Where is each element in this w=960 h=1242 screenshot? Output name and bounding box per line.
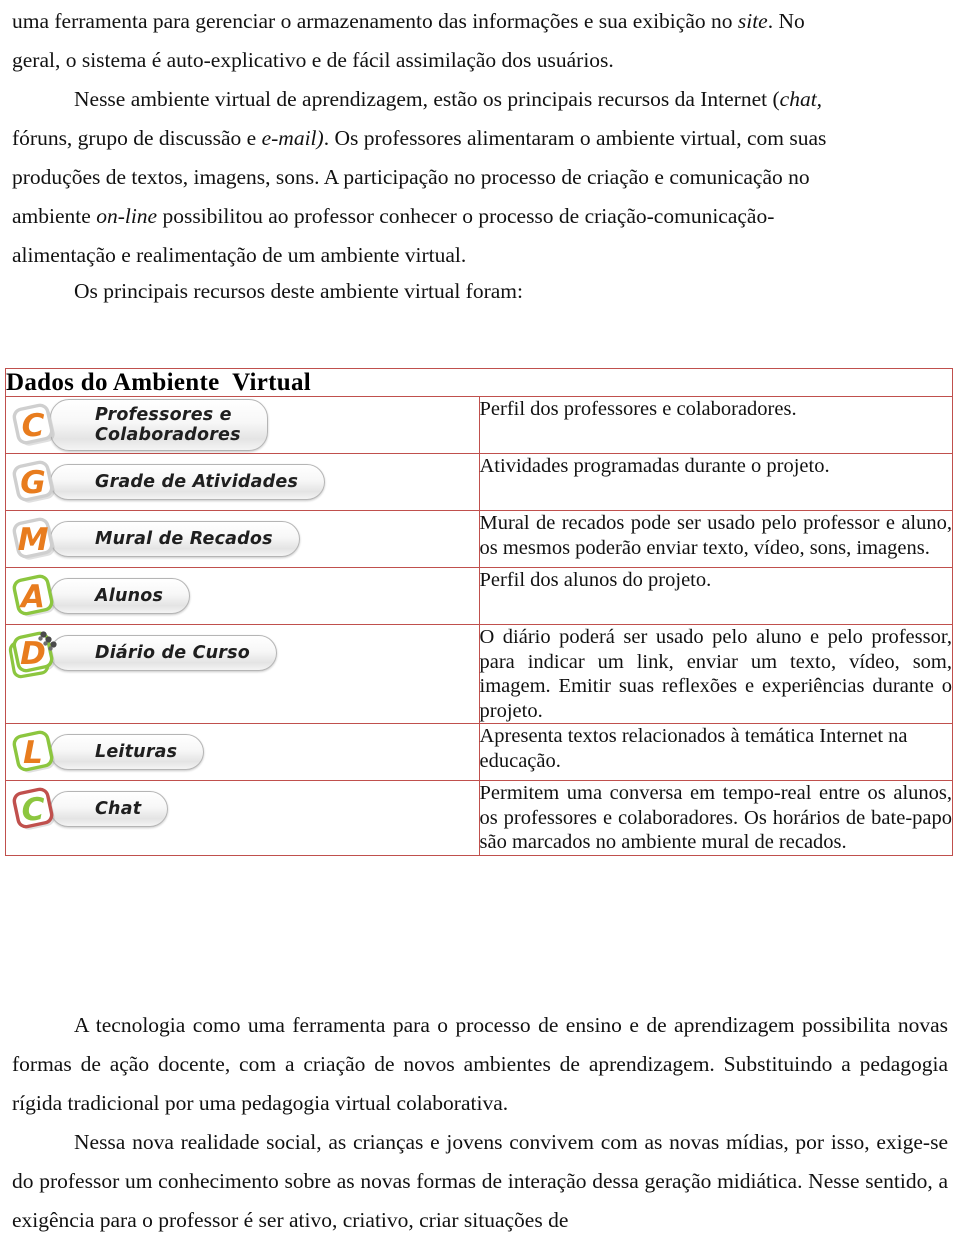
- resource-badge[interactable]: C Chat: [6, 781, 479, 837]
- p1-tail: . No: [767, 9, 805, 33]
- alunos-icon: A: [6, 568, 62, 624]
- document-page: uma ferramenta para gerenciar o armazena…: [0, 0, 960, 1242]
- p2-lead: Nesse ambiente virtual de aprendizagem, …: [74, 87, 780, 111]
- paragraph-2-line1: Nesse ambiente virtual de aprendizagem, …: [12, 80, 948, 119]
- paragraph-2-line3: produções de textos, imagens, sons. A pa…: [12, 158, 948, 197]
- paragraph-2-line4: ambiente on-line possibilitou ao profess…: [12, 197, 948, 236]
- svg-text:D: D: [20, 636, 46, 672]
- table-row: A Alunos Perfil dos alunos do projeto.: [5, 567, 953, 625]
- p2-line4-b: possibilitou ao professor conhecer o pro…: [157, 204, 775, 228]
- paragraph-1: uma ferramenta para gerenciar o armazena…: [12, 2, 948, 41]
- p2-line2-b: . Os professores alimentaram o ambiente …: [323, 126, 827, 150]
- table-heading-row: Dados do Ambiente Virtual: [5, 368, 953, 397]
- resource-badge[interactable]: D Diário de Curso: [6, 625, 479, 681]
- icon-cell: A Alunos: [5, 567, 480, 625]
- table-heading-cell: Dados do Ambiente Virtual: [5, 368, 953, 397]
- p2-line5: alimentação e realimentação de um ambien…: [12, 243, 467, 267]
- leituras-icon: L: [6, 724, 62, 780]
- resource-badge[interactable]: A Alunos: [6, 568, 479, 624]
- icon-cell: C Chat: [5, 780, 480, 856]
- badge-label: Chat: [95, 799, 142, 819]
- p2-italic-online: on-line: [96, 204, 158, 228]
- icon-cell: D Diário de Curso: [5, 624, 480, 724]
- professores-colaboradores-icon: C: [6, 397, 62, 453]
- badge-pill: Alunos: [50, 578, 191, 614]
- badge-label: Leituras: [95, 742, 178, 762]
- description-cell: Mural de recados pode ser usado pelo pro…: [478, 510, 953, 568]
- paragraph-2-line5: alimentação e realimentação de um ambien…: [12, 236, 948, 275]
- resource-badge[interactable]: L Leituras: [6, 724, 479, 780]
- table-heading-text: Dados do Ambiente Virtual: [6, 369, 312, 396]
- table-row: G Grade de Atividades Atividades programad…: [5, 453, 953, 511]
- p2-line3: produções de textos, imagens, sons. A pa…: [12, 165, 810, 189]
- env-table-wrapper: Dados do Ambiente Virtual C Professores e…: [5, 368, 953, 856]
- icon-cell: M Mural de Recados: [5, 510, 480, 568]
- chat-icon: C: [6, 781, 62, 837]
- description-text: Perfil dos alunos do projeto.: [479, 569, 712, 591]
- svg-text:C: C: [22, 408, 45, 444]
- p1-line2: geral, o sistema é auto-explicativo e de…: [12, 48, 614, 72]
- paragraph-bottom-1: A tecnologia como uma ferramenta para o …: [12, 1013, 948, 1115]
- paragraph-2-line2: fóruns, grupo de discussão e e-mail). Os…: [12, 119, 948, 158]
- badge-pill: Grade de Atividades: [50, 464, 326, 500]
- badge-pill: Mural de Recados: [50, 521, 300, 557]
- paragraph-3: Os principais recursos deste ambiente vi…: [74, 279, 523, 303]
- description-cell: O diário poderá ser usado pelo aluno e p…: [478, 624, 953, 724]
- description-cell: Permitem uma conversa em tempo-real entr…: [478, 780, 953, 856]
- badge-pill: Leituras: [50, 734, 205, 770]
- table-row: L Leituras Apresenta textos relacionados à…: [5, 723, 953, 781]
- description-cell: Atividades programadas durante o projeto…: [478, 453, 953, 511]
- badge-label: Mural de Recados: [95, 529, 273, 549]
- description-text: Atividades programadas durante o projeto…: [479, 455, 830, 477]
- description-cell: Apresenta textos relacionados à temática…: [478, 723, 953, 781]
- description-cell: Perfil dos alunos do projeto.: [478, 567, 953, 625]
- p2-line4-a: ambiente: [12, 204, 97, 228]
- p2-italic-chat: chat,: [779, 87, 823, 111]
- top-text-block: uma ferramenta para gerenciar o armazena…: [12, 2, 948, 275]
- table-row: C Chat Permitem uma conversa em tempo-real…: [5, 780, 953, 856]
- description-text: O diário poderá ser usado pelo aluno e p…: [479, 626, 953, 722]
- badge-label: Alunos: [95, 586, 164, 606]
- table-row: D Diário de Curso O diário poderá ser usad…: [5, 624, 953, 724]
- dados-ambiente-virtual-table: Dados do Ambiente Virtual C Professores e…: [5, 368, 953, 856]
- description-text: Permitem uma conversa em tempo-real entr…: [479, 782, 953, 853]
- badge-pill: Professores e Colaboradores: [50, 399, 268, 451]
- grade-atividades-icon: G: [6, 454, 62, 510]
- svg-text:C: C: [22, 792, 45, 828]
- p1-lead: uma ferramenta para gerenciar o armazena…: [12, 9, 738, 33]
- recursos-intro-line: Os principais recursos deste ambiente vi…: [12, 272, 948, 311]
- badge-label: Grade de Atividades: [95, 472, 299, 492]
- table-row: M Mural de Recados Mural de recados pode s…: [5, 510, 953, 568]
- badge-pill: Diário de Curso: [50, 635, 277, 671]
- p2-line2-a: fóruns, grupo de discussão e: [12, 126, 262, 150]
- description-text: Perfil dos professores e colaboradores.: [479, 398, 797, 420]
- table-body: Dados do Ambiente Virtual C Professores e…: [5, 368, 953, 856]
- badge-label: Diário de Curso: [95, 643, 250, 663]
- p1-italic-site: site: [737, 9, 768, 33]
- description-text: Mural de recados pode ser usado pelo pro…: [479, 512, 953, 559]
- diario-curso-icon: D: [6, 625, 62, 681]
- paragraph-bottom-2: Nessa nova realidade social, as crianças…: [12, 1130, 948, 1232]
- icon-cell: L Leituras: [5, 723, 480, 781]
- svg-text:G: G: [20, 465, 45, 501]
- mural-recados-icon: M: [6, 511, 62, 567]
- description-cell: Perfil dos professores e colaboradores.: [478, 396, 953, 454]
- table-row: C Professores e Colaboradores Perfil dos p…: [5, 396, 953, 454]
- svg-text:M: M: [18, 522, 49, 558]
- resource-badge[interactable]: C Professores e Colaboradores: [6, 397, 479, 453]
- icon-cell: G Grade de Atividades: [5, 453, 480, 511]
- bottom-text-block: A tecnologia como uma ferramenta para o …: [12, 1006, 948, 1240]
- resource-badge[interactable]: G Grade de Atividades: [6, 454, 479, 510]
- paragraph-1-line2: geral, o sistema é auto-explicativo e de…: [12, 41, 948, 80]
- svg-text:A: A: [18, 579, 45, 615]
- description-text: Apresenta textos relacionados à temática…: [479, 725, 908, 772]
- svg-text:L: L: [23, 735, 43, 771]
- badge-pill: Chat: [50, 791, 169, 827]
- icon-cell: C Professores e Colaboradores: [5, 396, 480, 454]
- badge-label: Professores e Colaboradores: [95, 405, 241, 445]
- p2-italic-email: e-mail): [261, 126, 324, 150]
- resource-badge[interactable]: M Mural de Recados: [6, 511, 479, 567]
